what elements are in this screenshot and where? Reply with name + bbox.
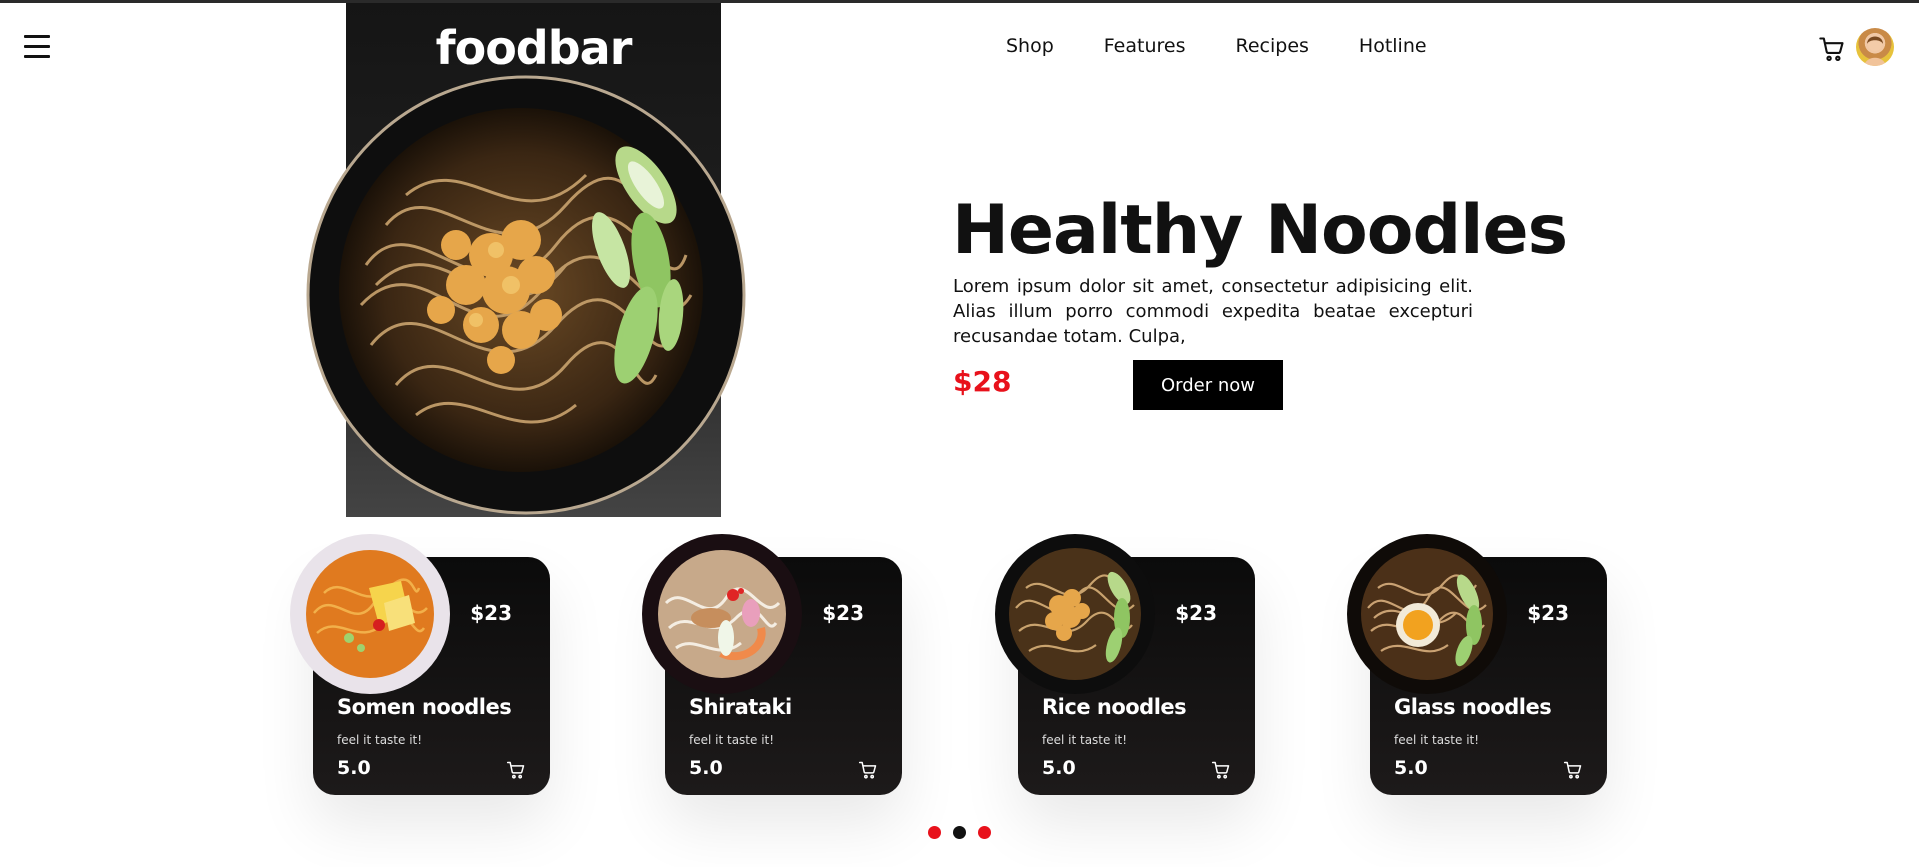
- add-to-cart-icon[interactable]: [858, 760, 878, 780]
- hamburger-menu-icon[interactable]: [24, 35, 50, 58]
- card-name: Rice noodles: [1042, 695, 1187, 719]
- card-rating: 5.0: [337, 757, 371, 779]
- shirataki-bowl-image: [642, 534, 802, 694]
- hero-title: Healthy Noodles: [952, 191, 1568, 270]
- card-price: $23: [1527, 601, 1569, 625]
- product-card-glass[interactable]: $23 Glass noodles feel it taste it! 5.0: [1347, 534, 1607, 795]
- nav-shop[interactable]: Shop: [1006, 35, 1054, 57]
- brand-logo[interactable]: foodbar: [346, 21, 721, 75]
- nav-recipes[interactable]: Recipes: [1236, 35, 1309, 57]
- card-rating: 5.0: [1042, 757, 1076, 779]
- nav-features[interactable]: Features: [1104, 35, 1186, 57]
- glass-noodles-bowl-image: [1347, 534, 1507, 694]
- card-tagline: feel it taste it!: [337, 733, 423, 747]
- card-name: Glass noodles: [1394, 695, 1552, 719]
- card-tagline: feel it taste it!: [1042, 733, 1128, 747]
- card-price: $23: [470, 601, 512, 625]
- card-price: $23: [1175, 601, 1217, 625]
- main-nav: Shop Features Recipes Hotline: [1006, 35, 1427, 57]
- add-to-cart-icon[interactable]: [506, 760, 526, 780]
- card-name: Shirataki: [689, 695, 792, 719]
- carousel-pagination: [928, 826, 991, 839]
- hero-price: $28: [953, 365, 1012, 398]
- order-now-button[interactable]: Order now: [1133, 360, 1283, 410]
- hero-noodle-bowl-image: [306, 75, 746, 515]
- add-to-cart-icon[interactable]: [1563, 760, 1583, 780]
- product-card-somen[interactable]: $23 Somen noodles feel it taste it! 5.0: [290, 534, 550, 795]
- card-tagline: feel it taste it!: [689, 733, 775, 747]
- card-rating: 5.0: [689, 757, 723, 779]
- user-avatar[interactable]: [1856, 28, 1894, 66]
- card-name: Somen noodles: [337, 695, 512, 719]
- product-card-rice[interactable]: $23 Rice noodles feel it taste it! 5.0: [995, 534, 1255, 795]
- hero-description: Lorem ipsum dolor sit amet, consectetur …: [953, 276, 1473, 347]
- rice-noodles-bowl-image: [995, 534, 1155, 694]
- card-rating: 5.0: [1394, 757, 1428, 779]
- product-card-shirataki[interactable]: $23 Shirataki feel it taste it! 5.0: [642, 534, 902, 795]
- card-tagline: feel it taste it!: [1394, 733, 1480, 747]
- nav-hotline[interactable]: Hotline: [1359, 35, 1427, 57]
- pagination-dot[interactable]: [978, 826, 991, 839]
- add-to-cart-icon[interactable]: [1211, 760, 1231, 780]
- card-price: $23: [822, 601, 864, 625]
- page: foodbar Shop Features Recipes Hotline He…: [0, 0, 1919, 867]
- pagination-dot[interactable]: [928, 826, 941, 839]
- somen-bowl-image: [290, 534, 450, 694]
- cart-icon[interactable]: [1818, 35, 1846, 63]
- pagination-dot-active[interactable]: [953, 826, 966, 839]
